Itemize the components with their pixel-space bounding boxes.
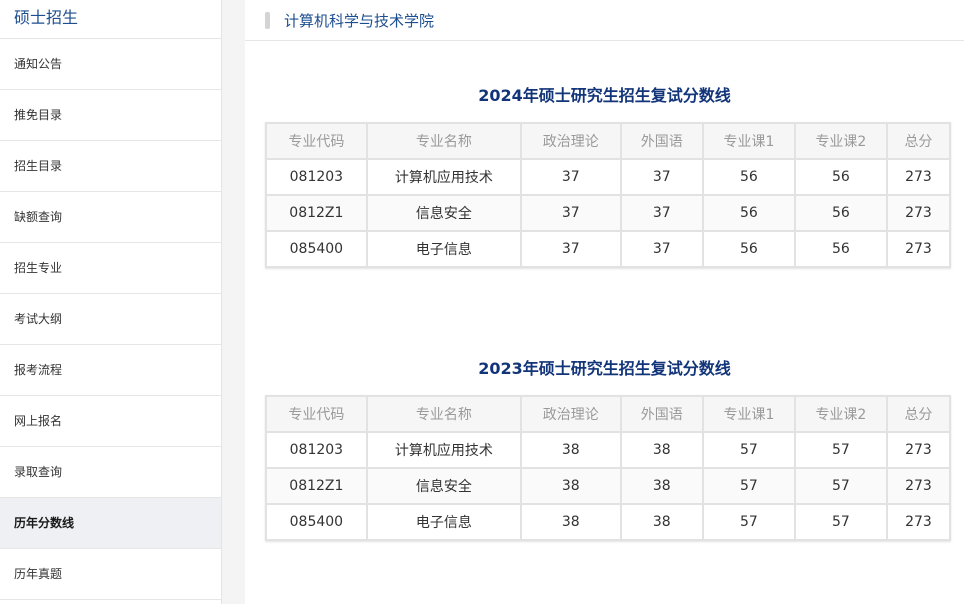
table-cell: 37 (519, 194, 622, 232)
table-cell: 37 (619, 230, 704, 268)
column-header: 专业代码 (265, 122, 368, 160)
table-cell: 273 (885, 194, 952, 232)
column-header: 专业名称 (365, 122, 522, 160)
table-cell: 37 (619, 158, 704, 196)
column-header: 政治理论 (519, 122, 622, 160)
table-cell: 57 (793, 431, 888, 469)
sidebar-item[interactable]: 通知公告 (0, 39, 221, 90)
table-cell: 56 (793, 194, 888, 232)
column-header: 专业名称 (365, 395, 522, 433)
table-cell: 信息安全 (365, 194, 522, 232)
sidebar: 硕士招生 通知公告 推免目录 招生目录 缺额查询 招生专业 考试大纲 报考流程 网上报名 录取查… (0, 0, 222, 604)
table-row: 0812Z1 信息安全 38 38 57 57 273 (265, 467, 952, 505)
table-cell: 0812Z1 (265, 467, 368, 505)
sidebar-item[interactable]: 推免目录 (0, 90, 221, 141)
table-cell: 085400 (265, 230, 368, 268)
column-header: 专业课1 (701, 122, 796, 160)
score-table-2024: 专业代码 专业名称 政治理论 外国语 专业课1 专业课2 总分 081203 计算机应用技术 37… (265, 122, 952, 268)
column-header: 外国语 (619, 395, 704, 433)
table-cell: 56 (701, 158, 796, 196)
table-cell: 56 (793, 230, 888, 268)
table-row: 081203 计算机应用技术 37 37 56 56 273 (265, 158, 952, 196)
column-header: 专业课2 (793, 122, 888, 160)
table-row: 0812Z1 信息安全 37 37 56 56 273 (265, 194, 952, 232)
sidebar-item[interactable]: 报考流程 (0, 345, 221, 396)
table-cell: 0812Z1 (265, 194, 368, 232)
table-row: 085400 电子信息 38 38 57 57 273 (265, 503, 952, 541)
main-content: 计算机科学与技术学院 2024年硕士研究生招生复试分数线 专业代码 专业名称 政治理… (245, 0, 964, 604)
table-cell: 信息安全 (365, 467, 522, 505)
table-cell: 计算机应用技术 (365, 158, 522, 196)
sidebar-item[interactable]: 考试大纲 (0, 294, 221, 345)
table-cell: 37 (619, 194, 704, 232)
table-cell: 38 (519, 503, 622, 541)
table-cell: 273 (885, 431, 952, 469)
sidebar-item[interactable]: 招生专业 (0, 243, 221, 294)
column-header: 政治理论 (519, 395, 622, 433)
sidebar-title: 硕士招生 (0, 0, 221, 39)
table-cell: 38 (619, 503, 704, 541)
table-cell: 273 (885, 467, 952, 505)
table-cell: 56 (701, 194, 796, 232)
table-cell: 085400 (265, 503, 368, 541)
table-cell: 57 (701, 467, 796, 505)
table-cell: 电子信息 (365, 503, 522, 541)
table-cell: 电子信息 (365, 230, 522, 268)
table-title-2023: 2023年硕士研究生招生复试分数线 (478, 359, 731, 378)
section-header: 计算机科学与技术学院 (245, 0, 964, 41)
table-cell: 37 (519, 158, 622, 196)
table-cell: 273 (885, 230, 952, 268)
table-row: 085400 电子信息 37 37 56 56 273 (265, 230, 952, 268)
table-cell: 38 (619, 431, 704, 469)
column-header: 专业代码 (265, 395, 368, 433)
table-cell: 57 (701, 503, 796, 541)
table-cell: 56 (793, 158, 888, 196)
table-cell: 081203 (265, 431, 368, 469)
table-row: 081203 计算机应用技术 38 38 57 57 273 (265, 431, 952, 469)
table-cell: 273 (885, 158, 952, 196)
sidebar-item[interactable]: 缺额查询 (0, 192, 221, 243)
column-header: 专业课1 (701, 395, 796, 433)
table-cell: 273 (885, 503, 952, 541)
column-header: 专业课2 (793, 395, 888, 433)
table-cell: 38 (519, 431, 622, 469)
column-header: 总分 (885, 395, 952, 433)
table-cell: 37 (519, 230, 622, 268)
table-cell: 081203 (265, 158, 368, 196)
sidebar-menu: 通知公告 推免目录 招生目录 缺额查询 招生专业 考试大纲 报考流程 网上报名 录取查询 历年分数… (0, 39, 221, 600)
sidebar-item[interactable]: 历年分数线 (0, 498, 221, 549)
sidebar-item[interactable]: 录取查询 (0, 447, 221, 498)
sidebar-item[interactable]: 历年真题 (0, 549, 221, 600)
table-cell: 38 (519, 467, 622, 505)
column-header: 总分 (885, 122, 952, 160)
score-table-2023: 专业代码 专业名称 政治理论 外国语 专业课1 专业课2 总分 081203 计算机应用技术 38… (265, 395, 952, 541)
table-cell: 57 (793, 503, 888, 541)
table-cell: 计算机应用技术 (365, 431, 522, 469)
table-cell: 38 (619, 467, 704, 505)
table-cell: 57 (793, 467, 888, 505)
header-marker (265, 11, 270, 29)
sidebar-item[interactable]: 网上报名 (0, 396, 221, 447)
section-header-title: 计算机科学与技术学院 (284, 11, 435, 30)
table-cell: 57 (701, 431, 796, 469)
sidebar-item[interactable]: 招生目录 (0, 141, 221, 192)
table-cell: 56 (701, 230, 796, 268)
table-title-2024: 2024年硕士研究生招生复试分数线 (478, 86, 731, 105)
column-header: 外国语 (619, 122, 704, 160)
